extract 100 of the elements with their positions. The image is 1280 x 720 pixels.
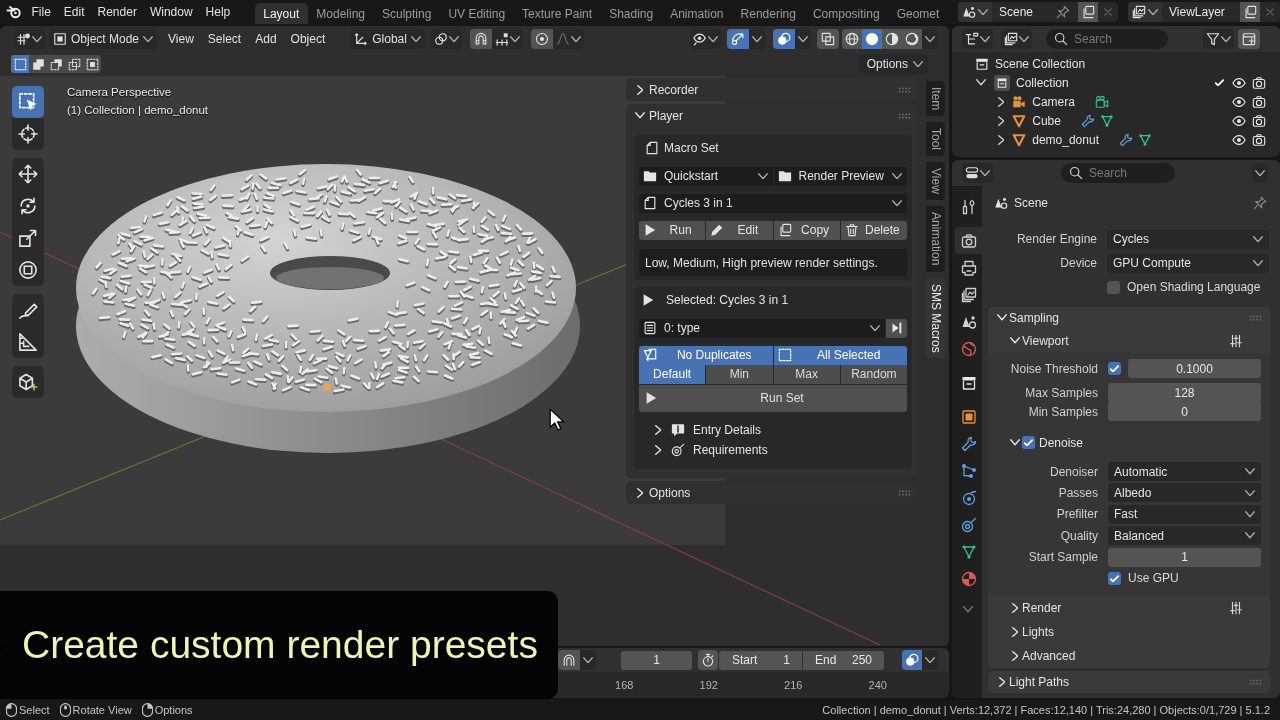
outliner-item[interactable]: Scene Collection: [995, 56, 1086, 71]
gizmo-menu-button[interactable]: [749, 29, 765, 49]
tool-button[interactable]: [12, 254, 44, 286]
select-mode-button[interactable]: [29, 55, 47, 73]
view-layer-type-button[interactable]: [1128, 2, 1162, 22]
shading-mode-button[interactable]: [842, 29, 862, 49]
toggle-button[interactable]: All Selected: [773, 345, 907, 365]
workspace-tab[interactable]: Sculpting: [373, 3, 440, 24]
dropdown[interactable]: Balanced: [1108, 526, 1261, 546]
select-mode-button[interactable]: [11, 55, 29, 73]
eye-icon[interactable]: [1232, 75, 1246, 90]
chevron-icon[interactable]: [997, 96, 1005, 107]
chevron-icon[interactable]: [654, 424, 662, 435]
snap-toggle[interactable]: [469, 29, 492, 49]
drag-handle-icon[interactable]: [1249, 679, 1262, 686]
checkbox[interactable]: [1107, 280, 1120, 294]
checkbox-label[interactable]: Use GPU: [1128, 571, 1179, 586]
overlays-toggle[interactable]: [773, 29, 795, 49]
panel-title[interactable]: Light Paths: [1009, 675, 1070, 690]
panel-title[interactable]: Options: [649, 485, 691, 500]
checkbox[interactable]: [1213, 76, 1226, 89]
chevron-icon[interactable]: [1010, 337, 1020, 344]
movie-camera-icon[interactable]: [1094, 94, 1109, 109]
search-input[interactable]: Search: [1089, 166, 1167, 180]
workspace-tab[interactable]: Shading: [600, 3, 662, 24]
search-field[interactable]: Search: [1061, 163, 1175, 183]
menu-item[interactable]: Help: [199, 1, 237, 23]
category-dropdown[interactable]: Quickstart: [639, 166, 773, 186]
mode-button[interactable]: Default: [639, 364, 706, 384]
checkbox-label[interactable]: Open Shading Language: [1127, 280, 1261, 294]
falloff-button[interactable]: [552, 29, 584, 49]
shading-mode-button[interactable]: [862, 29, 882, 49]
entry-dropdown[interactable]: 0: type: [639, 318, 885, 338]
tool-button[interactable]: [12, 366, 44, 398]
stopwatch-button[interactable]: [698, 650, 718, 670]
view-layer-name-field[interactable]: ViewLayer: [1162, 5, 1240, 19]
visibility-button[interactable]: [690, 29, 721, 49]
dropdown[interactable]: Fast: [1108, 504, 1261, 524]
section-title[interactable]: Entry Details: [693, 422, 762, 437]
checkbox[interactable]: [1022, 436, 1035, 449]
caret-icon[interactable]: [963, 606, 973, 613]
view-layer-filter-button[interactable]: [1001, 29, 1032, 49]
workspace-tab[interactable]: Compositing: [804, 3, 889, 24]
xray-toggle[interactable]: [817, 29, 839, 49]
wrench-icon[interactable]: [1119, 132, 1133, 147]
skip-to-end-button[interactable]: [886, 318, 907, 338]
search-field[interactable]: Search: [1046, 29, 1168, 49]
checkbox[interactable]: [1108, 571, 1121, 585]
sliders-icon[interactable]: [1229, 601, 1243, 616]
workspace-tab[interactable]: Modeling: [307, 3, 374, 24]
eye-icon[interactable]: [1232, 132, 1246, 147]
snap-toggle[interactable]: [558, 650, 580, 670]
drag-handle-icon[interactable]: [1249, 314, 1262, 321]
chevron-icon[interactable]: [1011, 651, 1019, 662]
chevron-icon[interactable]: [997, 134, 1005, 145]
outliner-item[interactable]: Collection: [1016, 75, 1069, 90]
sidebar-tab[interactable]: View: [926, 162, 945, 201]
camera-icon[interactable]: [1252, 94, 1266, 109]
close-icon[interactable]: [1266, 8, 1274, 16]
scene-type-button[interactable]: [958, 2, 992, 22]
menu-item[interactable]: Render: [91, 1, 144, 23]
subpanel-title[interactable]: Advanced: [1022, 649, 1076, 664]
action-button[interactable]: Edit: [706, 220, 773, 240]
panel-title[interactable]: Recorder: [649, 82, 699, 97]
new-collection-button[interactable]: [1238, 29, 1260, 49]
triangle-mesh-icon[interactable]: [1099, 113, 1114, 128]
new-view-layer-button[interactable]: [1240, 2, 1260, 22]
menu-item[interactable]: File: [25, 1, 58, 23]
checkbox[interactable]: [1108, 362, 1121, 375]
dropdown[interactable]: GPU Compute: [1107, 253, 1269, 273]
menu-item[interactable]: Object: [283, 29, 333, 49]
sidebar-tab[interactable]: Animation: [926, 206, 945, 272]
tool-button[interactable]: [12, 118, 44, 150]
close-icon[interactable]: [1104, 8, 1112, 16]
properties-tab[interactable]: [955, 227, 982, 254]
outliner-item[interactable]: Cube: [1032, 113, 1061, 128]
workspace-tab[interactable]: UV Editing: [439, 3, 514, 24]
chevron-icon[interactable]: [636, 487, 644, 498]
current-frame-field[interactable]: 1: [621, 650, 692, 670]
menu-item[interactable]: Select: [200, 29, 249, 49]
group-dropdown[interactable]: Render Preview: [773, 166, 907, 186]
app-logo-icon[interactable]: [6, 4, 22, 20]
workspace-tab[interactable]: Rendering: [732, 3, 805, 24]
number-field[interactable]: 128: [1108, 383, 1261, 402]
menu-item[interactable]: View: [161, 29, 201, 49]
select-mode-button[interactable]: [65, 55, 83, 73]
display-mode-button[interactable]: [962, 29, 993, 49]
menu-item[interactable]: Add: [248, 29, 284, 49]
chevron-icon[interactable]: [997, 115, 1005, 126]
shading-mode-button[interactable]: [882, 29, 902, 49]
end-frame-field[interactable]: End 250: [803, 650, 884, 670]
dropdown[interactable]: Automatic: [1108, 462, 1261, 481]
action-button[interactable]: Copy: [773, 220, 840, 240]
action-button[interactable]: Run: [639, 220, 706, 240]
run-set-button[interactable]: Run Set: [639, 384, 907, 412]
subpanel-title[interactable]: Render: [1022, 601, 1062, 616]
chevron-icon[interactable]: [1010, 439, 1020, 446]
chevron-icon[interactable]: [636, 84, 644, 95]
proportional-editing-toggle[interactable]: [530, 29, 553, 49]
subpanel-title[interactable]: Viewport: [1022, 333, 1069, 348]
